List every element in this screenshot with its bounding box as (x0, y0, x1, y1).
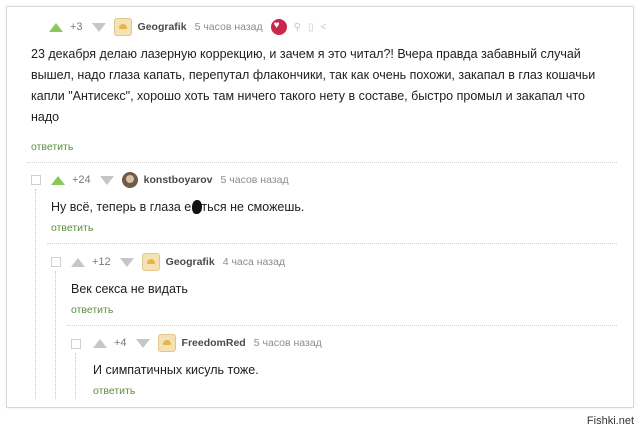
username[interactable]: Geografik (166, 256, 215, 268)
avatar[interactable] (121, 172, 138, 188)
avatar[interactable] (157, 334, 176, 352)
reply-link[interactable]: ответить (31, 141, 73, 153)
comment-text: И симпатичных кисуль тоже. (93, 360, 259, 381)
link-icon[interactable]: ⚲ (294, 22, 301, 33)
watermark: Fishki.net (586, 415, 634, 427)
username[interactable]: konstboyarov (144, 174, 213, 186)
comment-text-line: надо (31, 110, 60, 124)
thread-line (35, 189, 36, 399)
username[interactable]: Geografik (138, 21, 187, 33)
avatar[interactable] (141, 253, 160, 271)
divider (47, 243, 617, 244)
comment-header: +24 konstboyarov 5 часов назад (51, 170, 289, 190)
comment-text-line: Ну всё, теперь в глаза е аться не сможеш… (51, 200, 305, 214)
timestamp: 4 часа назад (222, 256, 286, 268)
comments-card: +3 Geografik 5 часов назад ⚲ ▯ < 23 дека… (6, 6, 634, 408)
downvote-icon[interactable] (99, 175, 114, 185)
comment-text: Век секса не видать (71, 279, 188, 300)
downvote-icon[interactable] (135, 338, 150, 348)
reply-link[interactable]: ответить (93, 385, 135, 397)
comment-text: Ну всё, теперь в глаза е аться не сможеш… (51, 197, 304, 218)
comment-text: 23 декабря делаю лазерную коррекцию, и з… (31, 44, 631, 128)
divider (67, 325, 617, 326)
comment-score: +4 (114, 337, 127, 349)
timestamp: 5 часов назад (194, 21, 263, 33)
comment-text-line: И симпатичных кисуль тоже. (93, 363, 259, 377)
comment-header: +3 Geografik 5 часов назад ⚲ ▯ < (49, 17, 326, 37)
avatar[interactable] (113, 18, 132, 36)
comment-score: +3 (70, 21, 83, 33)
timestamp: 5 часов назад (220, 174, 289, 186)
collapse-icon[interactable] (51, 257, 61, 267)
comment-text-line: вышел, надо глаза капать, перепутал флак… (31, 68, 596, 82)
thread-line (55, 271, 56, 399)
downvote-icon[interactable] (119, 257, 134, 267)
comment-text-line: Век секса не видать (71, 282, 188, 296)
reply-link[interactable]: ответить (71, 304, 113, 316)
heart-badge-icon (270, 19, 287, 35)
save-icon[interactable]: ▯ (308, 22, 314, 33)
upvote-icon[interactable] (51, 175, 65, 185)
thread-line (75, 353, 76, 399)
collapse-icon[interactable] (71, 339, 81, 349)
share-icon[interactable]: < (320, 22, 326, 33)
upvote-icon[interactable] (71, 257, 85, 267)
comment-score: +12 (92, 256, 111, 268)
comment-text-line: 23 декабря делаю лазерную коррекцию, и з… (31, 47, 581, 61)
reply-link[interactable]: ответить (51, 222, 93, 234)
comment-text-line: капли "Антисекс", хорошо хоть там ничего… (31, 89, 585, 103)
collapse-icon[interactable] (31, 175, 41, 185)
upvote-icon[interactable] (93, 338, 107, 348)
comment-header: +12 Geografik 4 часа назад (71, 252, 285, 272)
comment-score: +24 (72, 174, 91, 186)
timestamp: 5 часов назад (253, 337, 322, 349)
divider (27, 162, 617, 163)
upvote-icon[interactable] (49, 22, 63, 32)
comment-header: +4 FreedomRed 5 часов назад (93, 333, 322, 353)
censor-blot (192, 200, 202, 214)
username[interactable]: FreedomRed (182, 337, 246, 349)
downvote-icon[interactable] (91, 22, 106, 32)
